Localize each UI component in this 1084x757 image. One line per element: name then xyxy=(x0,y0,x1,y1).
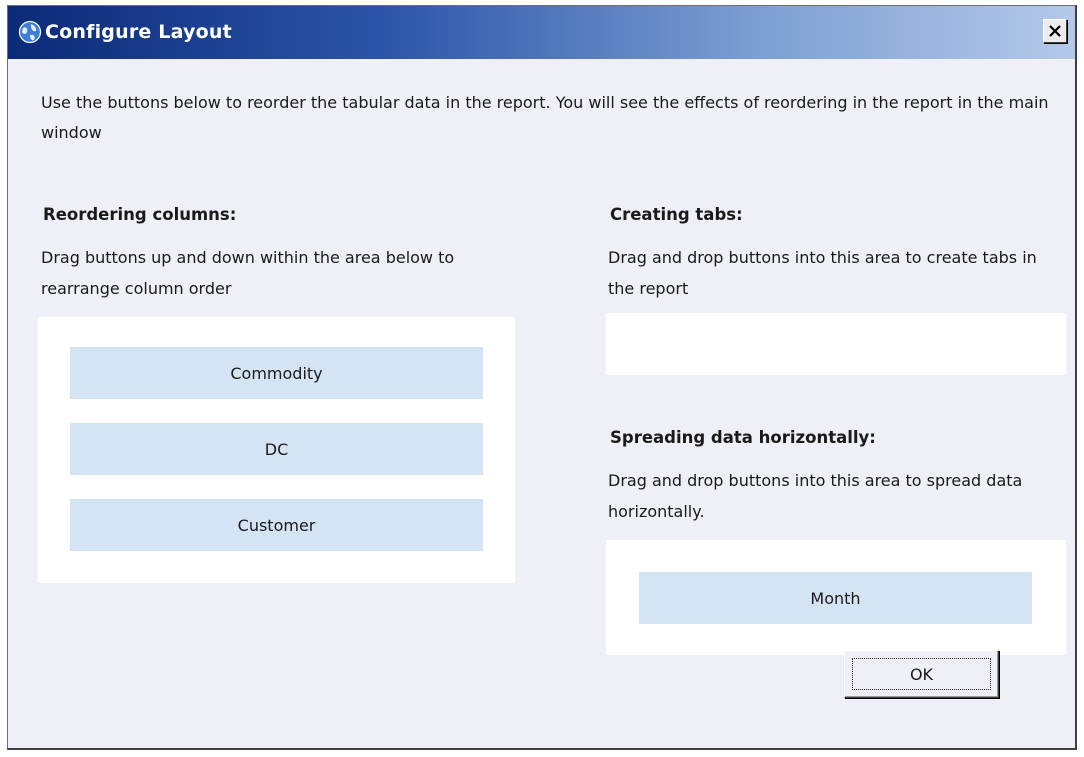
reorder-description: Drag buttons up and down within the area… xyxy=(41,248,455,298)
tabs-description: Drag and drop buttons into this area to … xyxy=(608,248,1037,298)
column-button-customer[interactable]: Customer xyxy=(70,499,483,551)
spread-description: Drag and drop buttons into this area to … xyxy=(608,471,1023,521)
globe-icon xyxy=(18,20,42,44)
spread-heading: Spreading data horizontally: xyxy=(610,428,876,447)
configure-layout-dialog: Configure Layout Use the buttons below t… xyxy=(7,5,1077,750)
column-button-commodity[interactable]: Commodity xyxy=(70,347,483,399)
intro-text: Use the buttons below to reorder the tab… xyxy=(41,93,1049,142)
tabs-drop-area[interactable] xyxy=(606,313,1066,375)
column-button-dc[interactable]: DC xyxy=(70,423,483,475)
ok-button-label: OK xyxy=(852,658,991,690)
title-bar[interactable]: Configure Layout xyxy=(8,6,1075,59)
reorder-columns-area[interactable]: Commodity DC Customer xyxy=(38,317,515,583)
close-button[interactable] xyxy=(1043,19,1067,43)
spread-button-month[interactable]: Month xyxy=(639,572,1032,624)
ok-button[interactable]: OK xyxy=(844,650,999,698)
spread-drop-area[interactable]: Month xyxy=(606,540,1066,655)
reorder-heading: Reordering columns: xyxy=(43,205,237,224)
tabs-heading: Creating tabs: xyxy=(610,205,743,224)
dialog-title: Configure Layout xyxy=(45,21,232,43)
